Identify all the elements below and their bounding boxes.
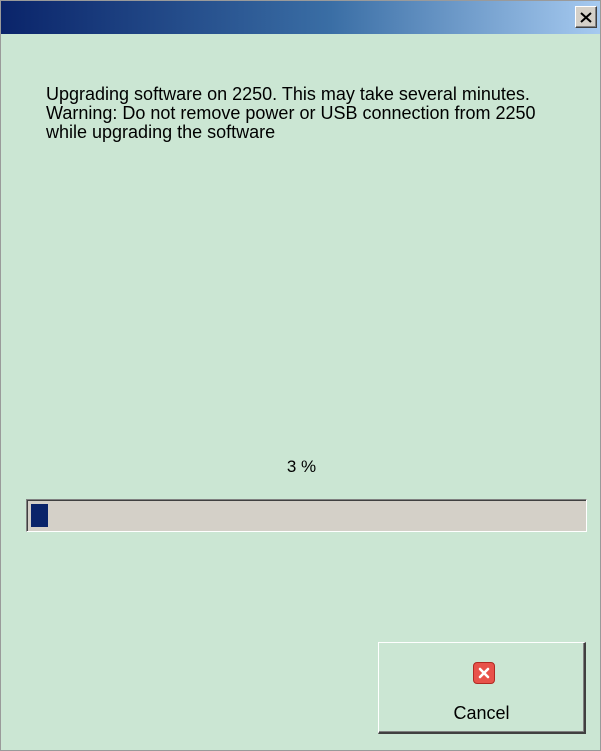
progress-percent-label: 3 % <box>286 457 317 476</box>
close-icon <box>580 11 592 23</box>
cancel-x-icon <box>473 662 495 684</box>
title-bar[interactable] <box>1 1 600 34</box>
upgrade-dialog: Upgrading software on 2250. This may tak… <box>0 0 601 751</box>
cancel-button-label: Cancel <box>453 703 510 723</box>
cancel-button[interactable]: Cancel <box>378 642 586 734</box>
warning-text: Warning: Do not remove power or USB conn… <box>46 103 541 142</box>
progress-bar-fill <box>31 504 48 527</box>
close-button[interactable] <box>575 6 597 28</box>
upgrade-info-text: Upgrading software on 2250. This may tak… <box>46 84 530 104</box>
status-message: Upgrading software on 2250. This may tak… <box>46 85 576 142</box>
progress-bar <box>26 499 587 532</box>
